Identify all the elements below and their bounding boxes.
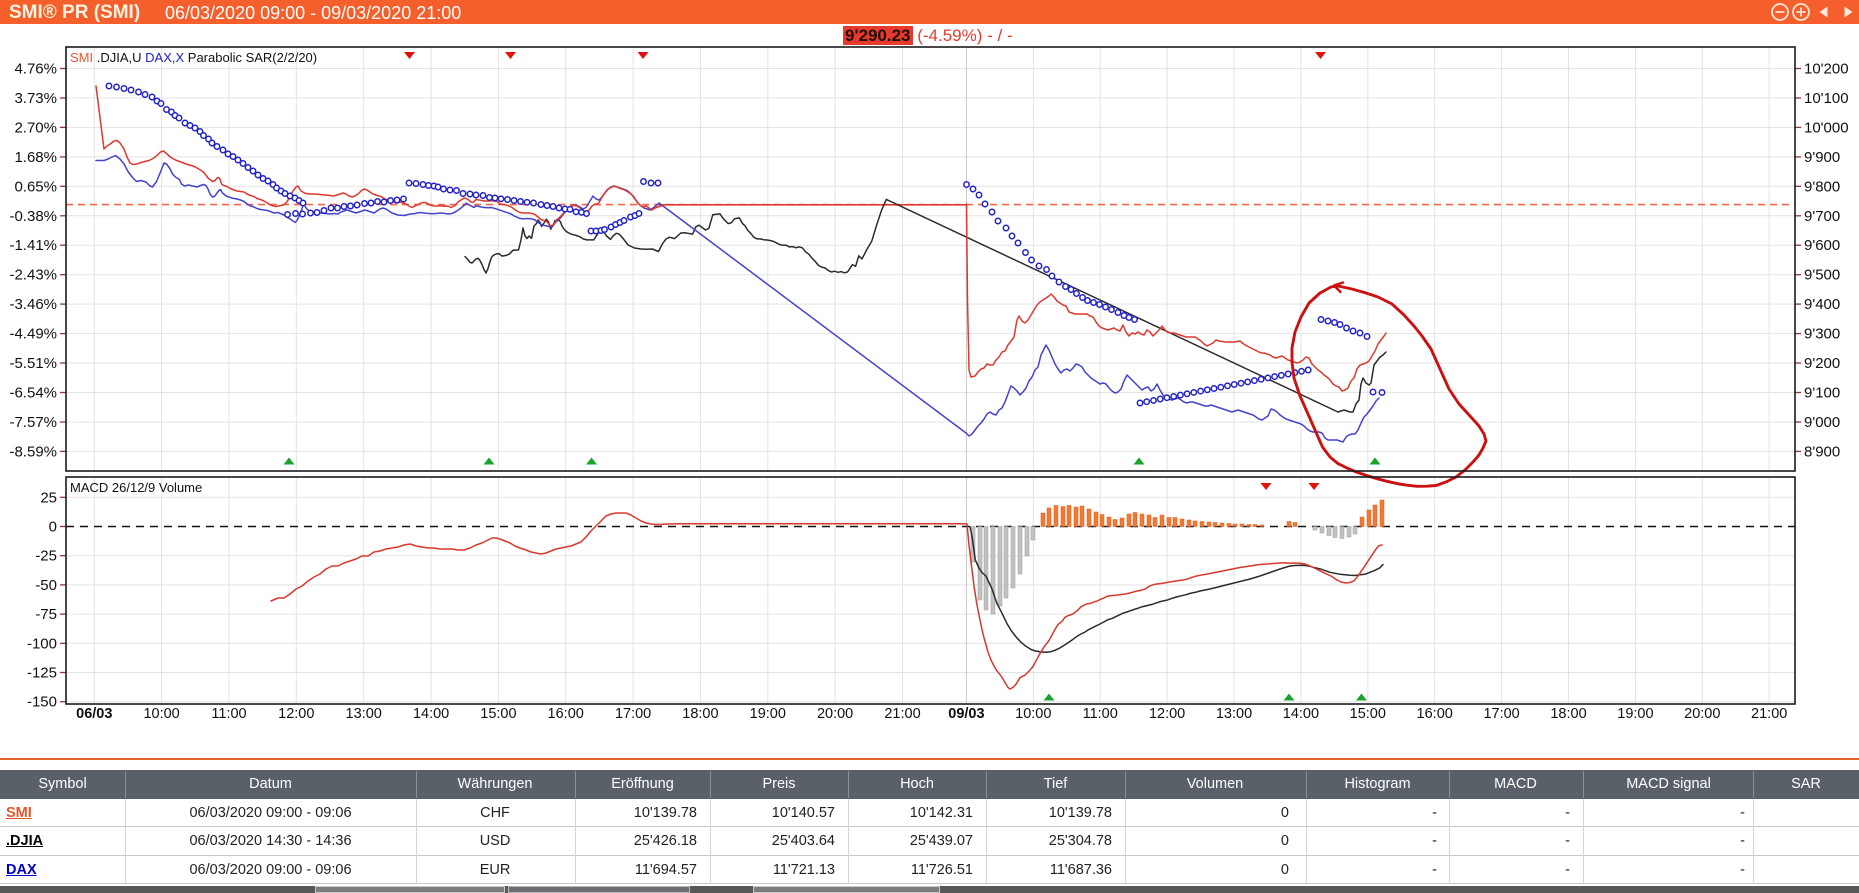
svg-text:MACD 26/12/9 Volume: MACD 26/12/9 Volume xyxy=(70,480,202,495)
svg-text:15:00: 15:00 xyxy=(1350,706,1386,722)
svg-text:17:00: 17:00 xyxy=(1483,706,1519,722)
svg-text:9'600: 9'600 xyxy=(1804,237,1840,254)
svg-text:10'200: 10'200 xyxy=(1804,61,1849,78)
svg-text:-150: -150 xyxy=(27,694,57,711)
svg-text:14:00: 14:00 xyxy=(413,706,449,722)
svg-text:9'500: 9'500 xyxy=(1804,267,1840,284)
svg-text:09/03: 09/03 xyxy=(948,706,984,722)
svg-text:17:00: 17:00 xyxy=(615,706,651,722)
svg-text:-50: -50 xyxy=(35,577,57,594)
svg-text:-8.59%: -8.59% xyxy=(9,443,57,460)
svg-text:10'000: 10'000 xyxy=(1804,119,1849,136)
svg-text:19:00: 19:00 xyxy=(750,706,786,722)
svg-text:-1.41%: -1.41% xyxy=(9,237,57,254)
svg-text:SMI .DJIA,U DAX,X Parabolic SA: SMI .DJIA,U DAX,X Parabolic SAR(2/2/20) xyxy=(70,50,317,65)
svg-text:18:00: 18:00 xyxy=(1550,706,1586,722)
svg-text:4.76%: 4.76% xyxy=(14,61,57,78)
svg-text:-100: -100 xyxy=(27,635,57,652)
svg-text:10:00: 10:00 xyxy=(143,706,179,722)
svg-text:9'800: 9'800 xyxy=(1804,178,1840,195)
svg-text:2.70%: 2.70% xyxy=(14,119,57,136)
svg-text:-5.51%: -5.51% xyxy=(9,355,57,372)
svg-text:9'300: 9'300 xyxy=(1804,326,1840,343)
svg-text:9'200: 9'200 xyxy=(1804,355,1840,372)
svg-text:-2.43%: -2.43% xyxy=(9,267,57,284)
svg-text:11:00: 11:00 xyxy=(211,706,246,722)
svg-text:21:00: 21:00 xyxy=(884,706,920,722)
svg-text:-125: -125 xyxy=(27,665,57,682)
svg-text:-0.38%: -0.38% xyxy=(9,208,57,225)
svg-text:-75: -75 xyxy=(35,606,57,623)
svg-text:3.73%: 3.73% xyxy=(14,90,57,107)
svg-text:0: 0 xyxy=(49,519,57,536)
svg-text:8'900: 8'900 xyxy=(1804,443,1840,460)
svg-text:9'000: 9'000 xyxy=(1804,414,1840,431)
svg-text:-6.54%: -6.54% xyxy=(9,385,57,402)
svg-text:9'100: 9'100 xyxy=(1804,385,1840,402)
svg-text:14:00: 14:00 xyxy=(1283,706,1319,722)
svg-text:20:00: 20:00 xyxy=(817,706,853,722)
svg-text:18:00: 18:00 xyxy=(682,706,718,722)
svg-text:-3.46%: -3.46% xyxy=(9,296,57,313)
svg-text:0.65%: 0.65% xyxy=(14,178,57,195)
svg-text:-25: -25 xyxy=(35,548,57,565)
svg-text:-7.57%: -7.57% xyxy=(9,414,57,431)
svg-text:-4.49%: -4.49% xyxy=(9,326,57,343)
svg-text:16:00: 16:00 xyxy=(1417,706,1453,722)
svg-text:9'400: 9'400 xyxy=(1804,296,1840,313)
svg-text:10:00: 10:00 xyxy=(1015,706,1051,722)
svg-text:19:00: 19:00 xyxy=(1617,706,1653,722)
svg-text:16:00: 16:00 xyxy=(548,706,584,722)
svg-text:1.68%: 1.68% xyxy=(14,149,57,166)
svg-text:15:00: 15:00 xyxy=(480,706,516,722)
svg-text:12:00: 12:00 xyxy=(1149,706,1185,722)
svg-text:20:00: 20:00 xyxy=(1684,706,1720,722)
svg-text:13:00: 13:00 xyxy=(1216,706,1252,722)
svg-text:21:00: 21:00 xyxy=(1751,706,1787,722)
svg-text:12:00: 12:00 xyxy=(278,706,314,722)
svg-text:11:00: 11:00 xyxy=(1083,706,1118,722)
svg-text:10'100: 10'100 xyxy=(1804,90,1849,107)
svg-text:06/03: 06/03 xyxy=(76,706,112,722)
svg-text:13:00: 13:00 xyxy=(346,706,382,722)
svg-text:9'900: 9'900 xyxy=(1804,149,1840,166)
svg-text:9'700: 9'700 xyxy=(1804,208,1840,225)
svg-text:25: 25 xyxy=(40,489,57,506)
